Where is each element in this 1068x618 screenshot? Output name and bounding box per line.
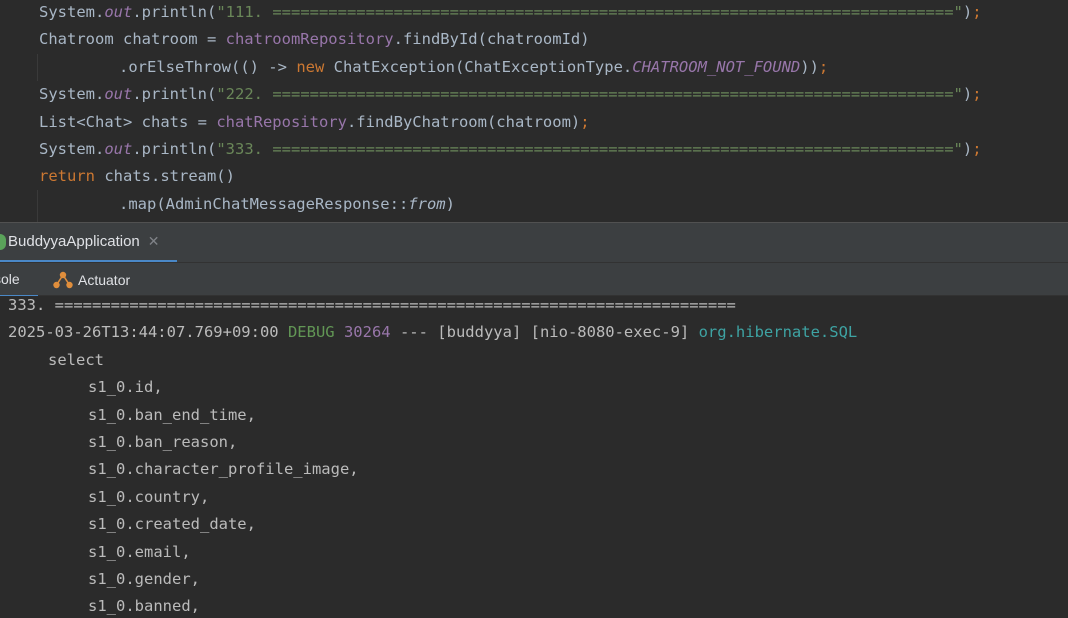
console-line-token: 2025-03-26T13:44:07.769+09:00 bbox=[8, 323, 288, 342]
code-line: return chats.stream() bbox=[39, 163, 235, 190]
code-line-token: chatRepository bbox=[216, 112, 347, 131]
console-line-token: s1_0.id, bbox=[88, 378, 163, 397]
code-line-token: out bbox=[104, 85, 133, 104]
code-line-token: ) bbox=[962, 3, 973, 21]
console-line-token: 30264 bbox=[343, 323, 391, 342]
code-line-token: List<Chat> chats = bbox=[39, 112, 217, 131]
console-line: select bbox=[48, 347, 104, 374]
indent-guide bbox=[37, 54, 38, 81]
indent-guide bbox=[37, 190, 38, 222]
code-line-token: chats.stream() bbox=[104, 167, 235, 186]
tab-console-label: sole bbox=[0, 271, 20, 287]
code-line-token: .orElseThrow(() -> bbox=[119, 57, 297, 76]
code-line-token: ; bbox=[972, 3, 982, 21]
code-line-token: .println( bbox=[132, 3, 217, 21]
console-line: s1_0.banned, bbox=[88, 593, 200, 618]
code-line-token: System. bbox=[39, 85, 105, 104]
spring-app-icon bbox=[0, 233, 6, 250]
code-line: List<Chat> chats = chatRepository.findBy… bbox=[39, 109, 590, 136]
code-line: Chatroom chatroom = chatroomRepository.f… bbox=[39, 26, 590, 53]
console-line: s1_0.email, bbox=[88, 539, 191, 566]
console-line: s1_0.country, bbox=[88, 484, 209, 511]
code-line-token: Chatroom chatroom = bbox=[39, 30, 226, 49]
console-line: s1_0.gender, bbox=[88, 566, 200, 593]
console-line: s1_0.id, bbox=[88, 374, 163, 401]
code-line-token: ; bbox=[580, 112, 590, 131]
code-line: .map(AdminChatMessageResponse::from) bbox=[119, 191, 455, 218]
console-line: s1_0.ban_reason, bbox=[88, 429, 237, 456]
console-output[interactable]: 333. ===================================… bbox=[0, 296, 1068, 618]
code-line-token: .println( bbox=[132, 140, 217, 158]
console-line: 333. ===================================… bbox=[8, 296, 736, 319]
console-line: s1_0.ban_end_time, bbox=[88, 402, 256, 429]
code-line-token: "111. ==================================… bbox=[216, 3, 963, 21]
console-line-token: s1_0.created_date, bbox=[88, 515, 256, 534]
console-line-token: s1_0.ban_end_time, bbox=[88, 405, 256, 424]
console-line-token: s1_0.ban_reason, bbox=[88, 433, 238, 451]
code-line-token: from bbox=[408, 194, 446, 213]
code-line-token: .map(AdminChatMessageResponse:: bbox=[119, 194, 409, 213]
console-line: 2025-03-26T13:44:07.769+09:00 DEBUG 3026… bbox=[8, 319, 857, 346]
console-line-token: DEBUG bbox=[287, 323, 344, 342]
console-line-token: s1_0.gender, bbox=[88, 570, 200, 588]
close-icon[interactable]: ✕ bbox=[148, 233, 160, 250]
console-line-token: 333. ===================================… bbox=[8, 296, 736, 314]
actuator-icon bbox=[53, 271, 73, 289]
code-line-token: .findByChatroom(chatroom) bbox=[346, 112, 581, 131]
console-line-token: --- [buddyya] [nio-8080-exec-9] bbox=[390, 323, 699, 342]
code-line-token: ; bbox=[972, 85, 982, 104]
code-line-token: ) bbox=[962, 140, 973, 158]
console-line-token: s1_0.country, bbox=[88, 487, 210, 506]
console-line-token: select bbox=[48, 350, 104, 369]
code-line-token: new bbox=[296, 57, 334, 76]
code-line-token: System. bbox=[39, 3, 105, 21]
code-line-token: System. bbox=[39, 140, 105, 158]
code-line: System.out.println("333. ===============… bbox=[39, 136, 982, 163]
console-line-token: s1_0.character_profile_image, bbox=[88, 460, 359, 479]
code-line-token: .println( bbox=[132, 85, 217, 104]
code-line-token: "333. ==================================… bbox=[216, 140, 963, 158]
console-line-token: s1_0.banned, bbox=[88, 597, 200, 616]
console-line-token: org.hibernate.SQL bbox=[698, 323, 858, 342]
console-line: s1_0.character_profile_image, bbox=[88, 456, 359, 483]
code-line-token: CHATROOM_NOT_FOUND bbox=[632, 57, 801, 76]
tab-actuator-label: Actuator bbox=[78, 272, 131, 288]
console-line: s1_0.created_date, bbox=[88, 511, 256, 538]
code-line-token: ) bbox=[445, 194, 455, 213]
code-line-token: ) bbox=[962, 85, 973, 104]
tab-console[interactable]: sole bbox=[0, 263, 38, 297]
code-line-token: ; bbox=[818, 57, 829, 76]
run-tool-tabs: sole Actuator bbox=[0, 262, 1068, 297]
run-tab-buddyya-application[interactable]: BuddyyaApplication ✕ bbox=[0, 223, 177, 263]
code-line-token: return bbox=[39, 167, 105, 186]
code-line: System.out.println("222. ===============… bbox=[39, 81, 982, 108]
console-line-token: s1_0.email, bbox=[88, 542, 191, 561]
run-tab-label: BuddyyaApplication bbox=[8, 233, 140, 250]
code-line-token: "222. ==================================… bbox=[216, 85, 963, 104]
code-line: .orElseThrow(() -> new ChatException(Cha… bbox=[119, 54, 828, 81]
code-line-token: ChatException(ChatExceptionType. bbox=[333, 57, 633, 76]
code-line: System.out.println("111. ===============… bbox=[39, 0, 982, 26]
code-line-token: out bbox=[104, 140, 133, 158]
tab-actuator[interactable]: Actuator bbox=[52, 263, 130, 297]
code-line-token: out bbox=[104, 3, 133, 21]
code-line-token: ; bbox=[972, 140, 982, 158]
code-line-token: .findById(chatroomId) bbox=[393, 30, 590, 49]
code-editor[interactable]: System.out.println("111. ===============… bbox=[0, 0, 1068, 222]
code-line-token: chatroomRepository bbox=[225, 30, 394, 49]
code-line-token: )) bbox=[800, 57, 819, 76]
run-tab-bar: BuddyyaApplication ✕ bbox=[0, 222, 1068, 263]
